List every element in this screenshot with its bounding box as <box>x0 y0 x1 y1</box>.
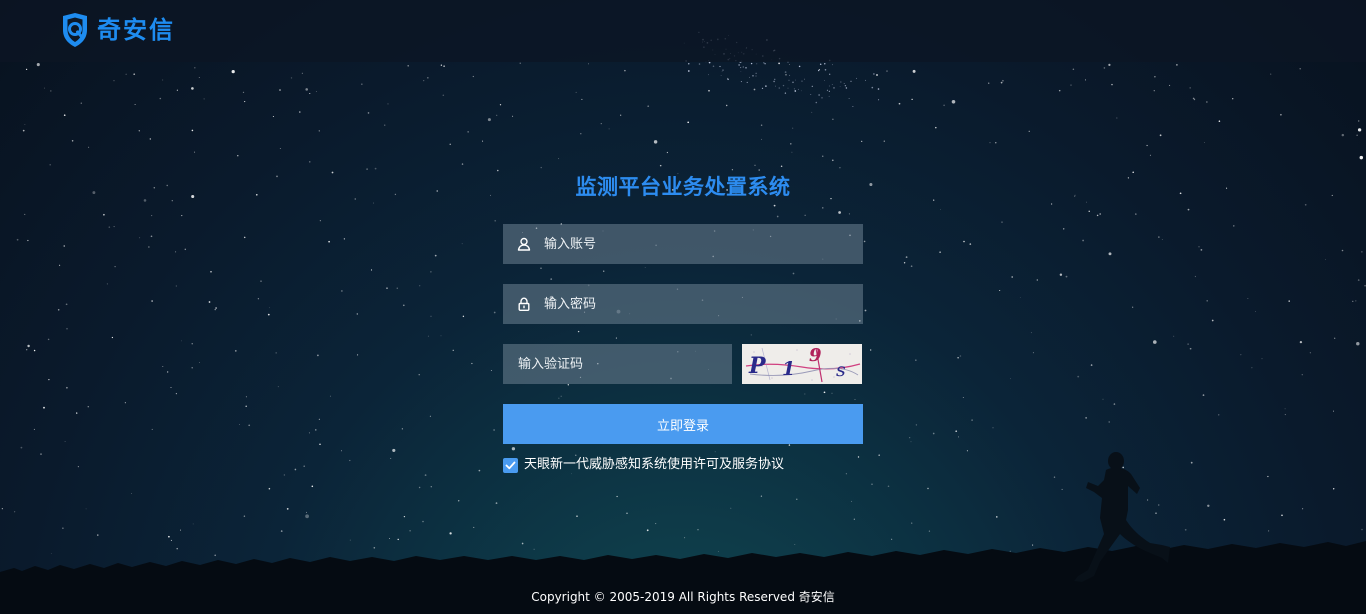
captcha-field <box>503 344 732 384</box>
captcha-char: 9 <box>809 345 822 366</box>
login-button[interactable]: 立即登录 <box>503 404 863 444</box>
top-bar: 奇安信 <box>0 0 1366 62</box>
captcha-image[interactable]: P 1 9 s <box>742 344 862 384</box>
password-input[interactable] <box>531 285 863 323</box>
username-input[interactable] <box>531 225 863 263</box>
agreement-link[interactable]: 天眼新一代威胁感知系统使用许可及服务协议 <box>524 456 784 474</box>
copyright-footer: Copyright © 2005-2019 All Rights Reserve… <box>531 590 835 604</box>
checkmark-icon <box>505 461 516 469</box>
user-icon <box>517 237 531 251</box>
login-page: 奇安信 监测平台业务处置系统 输入账号 输入验证码 P 1 9 s 立即登录 天… <box>0 0 1366 614</box>
brand-name: 奇安信 <box>97 16 175 44</box>
page-title: 监测平台业务处置系统 <box>575 175 791 199</box>
captcha-char: s <box>836 359 846 381</box>
shield-q-icon <box>63 13 87 47</box>
captcha-char: P <box>748 353 767 379</box>
captcha-char: 1 <box>782 358 795 380</box>
captcha-input[interactable] <box>503 345 732 383</box>
lock-icon <box>518 297 530 311</box>
password-field <box>503 284 863 324</box>
agreement-checkbox[interactable] <box>503 457 518 473</box>
agreement-row: 天眼新一代威胁感知系统使用许可及服务协议 <box>503 456 784 474</box>
username-field <box>503 224 863 264</box>
brand-logo[interactable]: 奇安信 <box>60 13 175 47</box>
captcha-graphic: P 1 9 s <box>742 344 862 384</box>
